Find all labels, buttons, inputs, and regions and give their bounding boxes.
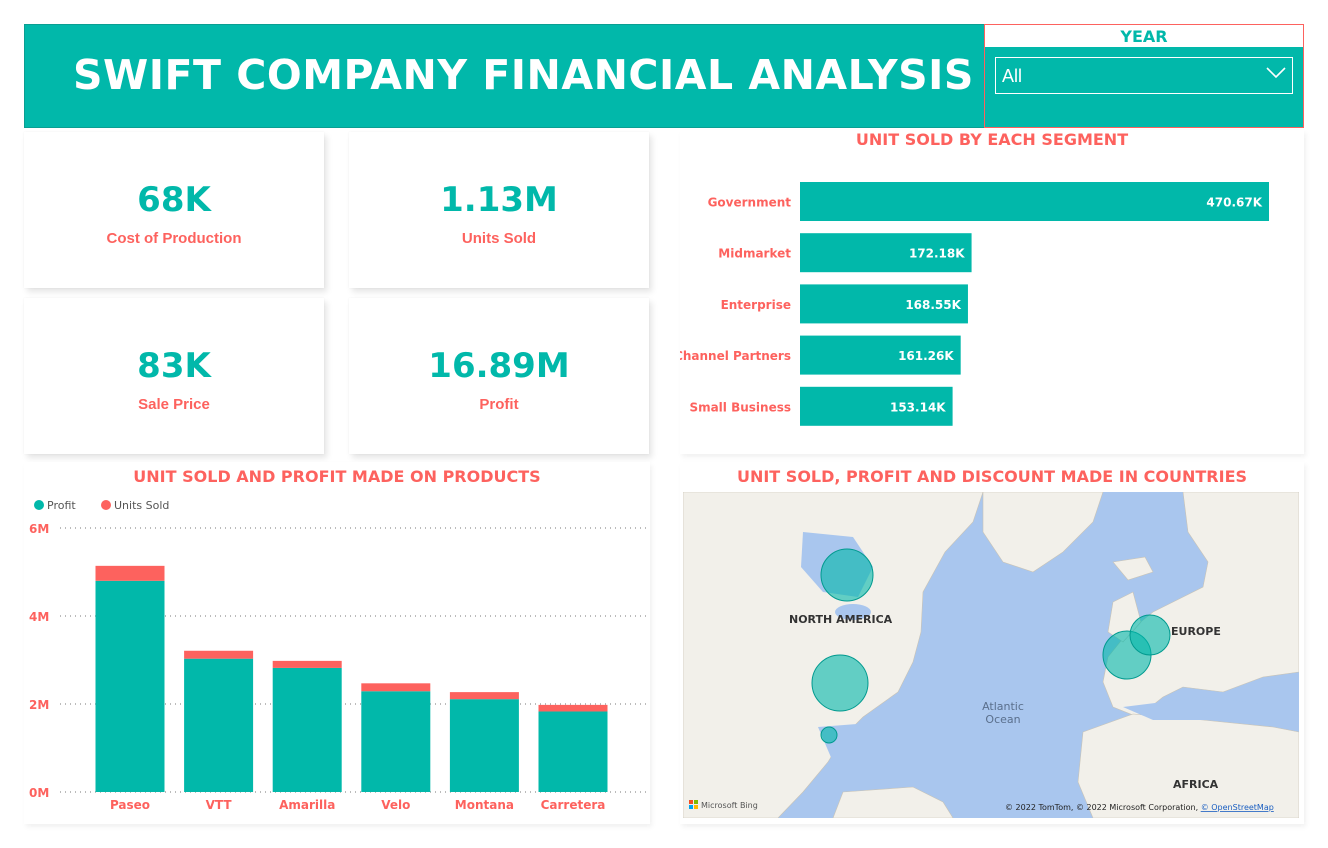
product-bar-profit[interactable] bbox=[361, 691, 431, 792]
map-canvas: NORTH AMERICA EUROPE AFRICA Atlantic Oce… bbox=[683, 492, 1299, 818]
kpi-value: 83K bbox=[137, 346, 211, 386]
map-attribution: © 2022 TomTom, © 2022 Microsoft Corporat… bbox=[1005, 803, 1274, 812]
kpi-label: Units Sold bbox=[461, 230, 537, 247]
product-bar-units-sold[interactable] bbox=[272, 660, 342, 668]
y-tick-label: 2M bbox=[29, 698, 49, 712]
segment-value-label: 153.14K bbox=[890, 400, 946, 414]
legend-label: Profit bbox=[47, 499, 76, 512]
segment-category-label: Enterprise bbox=[721, 298, 791, 312]
kpi-value: 68K bbox=[137, 180, 211, 220]
map-label-ocean: Ocean bbox=[985, 713, 1020, 726]
legend-item[interactable]: Units Sold bbox=[101, 499, 169, 512]
kpi-label: Cost of Production bbox=[106, 230, 242, 247]
segment-category-label: Small Business bbox=[689, 400, 791, 414]
kpi-label: Profit bbox=[479, 396, 519, 413]
segment-category-label: Government bbox=[708, 196, 792, 210]
bubble-canada[interactable] bbox=[820, 548, 874, 602]
kpi-value: 16.89M bbox=[428, 346, 570, 386]
kpi-card-cost-of-production: 68K Cost of Production bbox=[24, 132, 324, 288]
y-tick-label: 4M bbox=[29, 610, 49, 624]
product-bar-profit[interactable] bbox=[95, 580, 165, 792]
kpi-label: Sale Price bbox=[138, 396, 210, 413]
year-label: YEAR bbox=[1120, 27, 1168, 46]
legend-item[interactable]: Profit bbox=[34, 499, 76, 512]
product-bar-profit[interactable] bbox=[449, 699, 519, 792]
x-category-label: Amarilla bbox=[279, 798, 335, 812]
x-category-label: Velo bbox=[381, 798, 410, 812]
kpi-card-units-sold: 1.13M Units Sold bbox=[349, 132, 649, 288]
x-category-label: Carretera bbox=[541, 798, 606, 812]
x-category-label: Montana bbox=[455, 798, 514, 812]
country-map[interactable]: NORTH AMERICA EUROPE AFRICA Atlantic Oce… bbox=[683, 492, 1299, 818]
product-bar-units-sold[interactable] bbox=[95, 565, 165, 581]
legend-marker bbox=[101, 500, 111, 510]
segment-value-label: 161.26K bbox=[898, 349, 954, 363]
land-south-america bbox=[832, 786, 954, 818]
product-chart-panel: UNIT SOLD AND PROFIT MADE ON PRODUCTS Pr… bbox=[24, 462, 650, 824]
map-label-north-america: NORTH AMERICA bbox=[789, 613, 893, 626]
map-chart-panel: UNIT SOLD, PROFIT AND DISCOUNT MADE IN C… bbox=[680, 462, 1304, 824]
map-label-europe: EUROPE bbox=[1171, 625, 1221, 638]
map-attribution-text: © 2022 TomTom, © 2022 Microsoft Corporat… bbox=[1005, 803, 1198, 812]
map-label-africa: AFRICA bbox=[1173, 778, 1219, 791]
y-tick-label: 0M bbox=[29, 786, 49, 800]
product-stacked-bar-chart: Profit Units Sold 0M 2M 4M 6M Paseo VTT Amarilla… bbox=[29, 499, 646, 812]
product-bar-units-sold[interactable] bbox=[184, 650, 254, 659]
y-tick-label: 6M bbox=[29, 522, 49, 536]
bubble-usa[interactable] bbox=[811, 654, 869, 712]
year-label-bar: YEAR bbox=[985, 25, 1303, 47]
legend-marker bbox=[34, 500, 44, 510]
kpi-card-sale-price: 83K Sale Price bbox=[24, 298, 324, 454]
map-label-atlantic: Atlantic bbox=[982, 700, 1024, 713]
segment-category-label: Channel Partners bbox=[680, 349, 791, 363]
map-chart-title: UNIT SOLD, PROFIT AND DISCOUNT MADE IN C… bbox=[736, 467, 1248, 486]
product-bar-units-sold[interactable] bbox=[361, 683, 431, 692]
product-bar-units-sold[interactable] bbox=[538, 704, 608, 712]
map-attribution-link[interactable]: © OpenStreetMap bbox=[1201, 803, 1274, 812]
year-dropdown[interactable]: All bbox=[995, 57, 1293, 94]
segment-category-label: Midmarket bbox=[718, 247, 791, 261]
product-bar-profit[interactable] bbox=[272, 667, 342, 792]
land-iceland bbox=[1112, 556, 1154, 581]
segment-value-label: 172.18K bbox=[909, 247, 965, 261]
product-bar-profit[interactable] bbox=[184, 658, 254, 792]
bubble-germany[interactable] bbox=[1129, 614, 1171, 656]
x-category-label: VTT bbox=[206, 798, 233, 812]
segment-value-label: 168.55K bbox=[905, 298, 961, 312]
page-title: SWIFT COMPANY FINANCIAL ANALYSIS bbox=[73, 51, 974, 99]
chevron-down-icon bbox=[1266, 67, 1286, 79]
land-greenland bbox=[982, 492, 1104, 573]
year-selected-value: All bbox=[1002, 66, 1023, 86]
segment-bar[interactable] bbox=[800, 182, 1269, 221]
year-slicer: YEAR All bbox=[984, 24, 1304, 128]
product-bar-profit[interactable] bbox=[538, 711, 608, 792]
bubble-mexico[interactable] bbox=[820, 726, 838, 744]
legend-label: Units Sold bbox=[114, 499, 169, 512]
segment-bar-chart: Government 470.67K Midmarket 172.18K Enterpr… bbox=[680, 182, 1269, 426]
product-bar-units-sold[interactable] bbox=[449, 692, 519, 700]
kpi-card-profit: 16.89M Profit bbox=[349, 298, 649, 454]
segment-chart-panel: UNIT SOLD BY EACH SEGMENT Government 470.… bbox=[680, 130, 1304, 454]
x-category-label: Paseo bbox=[110, 798, 150, 812]
map-provider: Microsoft Bing bbox=[701, 801, 758, 810]
segment-value-label: 470.67K bbox=[1206, 196, 1262, 210]
kpi-value: 1.13M bbox=[440, 180, 558, 220]
